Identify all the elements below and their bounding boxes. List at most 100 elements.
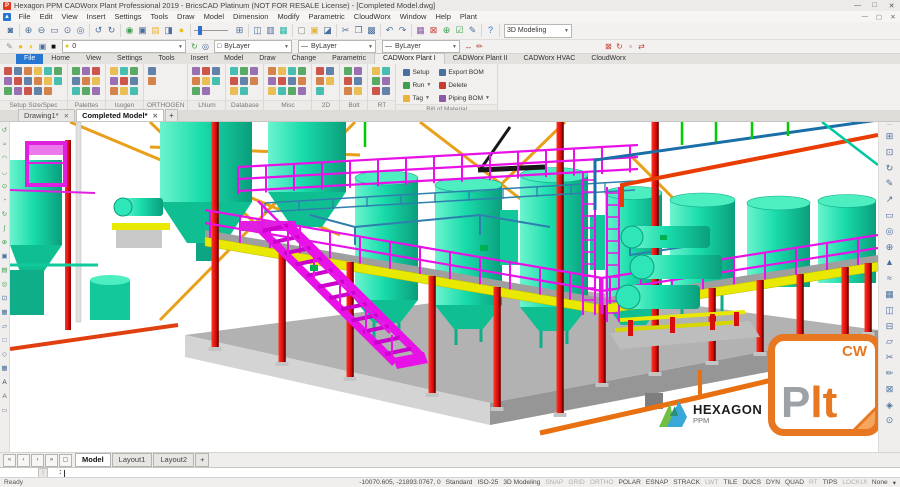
setup-size-spec-tool-icon[interactable] <box>34 77 42 85</box>
copy-icon[interactable]: ⊡ <box>886 145 894 161</box>
setup-size-spec-tool-icon[interactable] <box>44 87 52 95</box>
rt-tool-icon[interactable] <box>382 87 390 95</box>
isogen-tool-icon[interactable] <box>120 77 128 85</box>
draw-tool-icon-0[interactable]: ↺ <box>2 124 7 138</box>
document-tab-completed-model[interactable]: Completed Model*✕ <box>76 109 164 121</box>
menu-window[interactable]: Window <box>395 12 431 21</box>
misc-tool-icon[interactable] <box>298 77 306 85</box>
status-esnap[interactable]: ESNAP <box>646 479 668 487</box>
palettes-tool-icon[interactable] <box>92 67 100 75</box>
setup-size-spec-tool-icon[interactable] <box>34 67 42 75</box>
move-icon[interactable]: ⊞ <box>886 129 894 145</box>
close-button[interactable]: ✕ <box>883 2 900 10</box>
layout-tab-layout1[interactable]: Layout1 <box>112 453 153 467</box>
isogen-tool-icon[interactable] <box>130 67 138 75</box>
draw-tool-icon-2[interactable]: ◠ <box>2 152 8 166</box>
setup-size-spec-tool-icon[interactable] <box>4 67 12 75</box>
menu-insert[interactable]: Insert <box>82 12 110 21</box>
status-quad[interactable]: QUAD <box>785 479 804 487</box>
toolbar-grip[interactable]: ┄┄ <box>886 122 892 129</box>
database-tool-icon[interactable] <box>230 67 238 75</box>
zoom-window-icon[interactable]: ▭ <box>48 24 61 37</box>
misc-tool-icon[interactable] <box>288 77 296 85</box>
region-icon[interactable]: ▱ <box>886 334 893 350</box>
misc-tool-icon[interactable] <box>268 77 276 85</box>
bom-piping-bom-button[interactable]: Piping BOM▼ <box>436 92 493 104</box>
isogen-tool-icon[interactable] <box>120 67 128 75</box>
palettes-tool-icon[interactable] <box>72 87 80 95</box>
open-drawing-icon[interactable]: ▣ <box>308 24 321 37</box>
gem-icon[interactable]: ◈ <box>886 398 893 414</box>
redo-icon[interactable]: ↷ <box>396 24 409 37</box>
zoom-out-icon[interactable]: ⊖ <box>35 24 48 37</box>
misc-tool-icon[interactable] <box>278 77 286 85</box>
new-drawing-icon[interactable]: ▢ <box>295 24 308 37</box>
zoom-in-icon[interactable]: ⊕ <box>22 24 35 37</box>
setup-size-spec-tool-icon[interactable] <box>14 77 22 85</box>
isogen-tool-icon[interactable] <box>110 77 118 85</box>
close-tab-icon[interactable]: ✕ <box>64 112 69 120</box>
subtract-icon[interactable]: ⊟ <box>886 319 894 335</box>
setup-size-spec-tool-icon[interactable] <box>44 67 52 75</box>
rotate-icon[interactable]: ↻ <box>886 161 894 177</box>
isogen-tool-icon[interactable] <box>120 87 128 95</box>
color-swatch[interactable]: ■ <box>48 41 59 52</box>
ribbon-tab-draw[interactable]: Draw <box>251 54 283 64</box>
orthogen-tool-icon[interactable] <box>148 67 156 75</box>
menu-edit[interactable]: Edit <box>35 12 57 21</box>
box-icon[interactable]: ▫ <box>625 41 636 52</box>
new-document-tab-button[interactable]: + <box>165 109 178 121</box>
lnum-tool-icon[interactable] <box>192 77 200 85</box>
circle-icon[interactable]: ◎ <box>886 224 894 240</box>
match-properties-icon[interactable]: ↔ <box>463 41 474 52</box>
erase-icon[interactable]: ⊠ <box>427 24 440 37</box>
menu-modify[interactable]: Modify <box>273 12 304 21</box>
workspace-combo[interactable]: 3D Modeling ▼ <box>504 24 572 38</box>
status-[interactable]: ▾ <box>893 479 896 487</box>
rt-tool-icon[interactable] <box>372 77 380 85</box>
setup-size-spec-tool-icon[interactable] <box>24 67 32 75</box>
menu-parametric[interactable]: Parametric <box>304 12 349 21</box>
maximize-button[interactable]: □ <box>866 2 883 10</box>
menu-plant[interactable]: Plant <box>455 12 481 21</box>
database-tool-icon[interactable] <box>230 77 238 85</box>
status-lockui[interactable]: LOCKUI <box>842 479 867 487</box>
ribbon-tab-model[interactable]: Model <box>216 54 251 64</box>
bolt-tool-icon[interactable] <box>354 87 362 95</box>
bom-setup-button[interactable]: Setup <box>400 66 434 78</box>
named-view-icon[interactable]: ▥ <box>264 24 277 37</box>
layout-list-button[interactable]: ▢ <box>59 454 72 467</box>
rt-tool-icon[interactable] <box>372 87 380 95</box>
draw-tool-icon-18[interactable]: A <box>2 376 6 390</box>
setup-size-spec-tool-icon[interactable] <box>24 87 32 95</box>
draw-tool-icon-16[interactable]: ◇ <box>2 348 7 362</box>
draw-tool-icon-17[interactable]: ▦ <box>1 362 7 376</box>
viewport-icon[interactable]: ◫ <box>251 24 264 37</box>
draw-tool-icon-10[interactable]: ▤ <box>1 264 7 278</box>
setup-size-spec-tool-icon[interactable] <box>44 77 52 85</box>
misc-tool-icon[interactable] <box>288 67 296 75</box>
render-icon[interactable]: ▣ <box>136 24 149 37</box>
paste-icon[interactable]: ▩ <box>365 24 378 37</box>
layout-tab-model[interactable]: Model <box>75 453 111 467</box>
isogen-tool-icon[interactable] <box>110 87 118 95</box>
ribbon-tab-change[interactable]: Change <box>284 54 325 64</box>
mdi-close-button[interactable]: ✕ <box>886 13 900 21</box>
draw-tool-icon-11[interactable]: ◎ <box>2 278 8 292</box>
misc-tool-icon[interactable] <box>268 67 276 75</box>
ribbon-tab-settings[interactable]: Settings <box>109 54 150 64</box>
palettes-tool-icon[interactable] <box>82 67 90 75</box>
draw-tool-icon-9[interactable]: ▣ <box>1 250 7 264</box>
2d-tool-icon[interactable] <box>326 77 334 85</box>
shade-icon[interactable]: ◨ <box>162 24 175 37</box>
lnum-tool-icon[interactable] <box>202 77 210 85</box>
edit-icon[interactable]: ✎ <box>466 24 479 37</box>
database-tool-icon[interactable] <box>230 87 238 95</box>
interference-icon[interactable]: ⊠ <box>603 41 614 52</box>
status-rt[interactable]: RT <box>809 479 818 487</box>
standards-icon[interactable]: ☑ <box>453 24 466 37</box>
rt-tool-icon[interactable] <box>382 77 390 85</box>
database-tool-icon[interactable] <box>240 77 248 85</box>
database-tool-icon[interactable] <box>250 77 258 85</box>
menu-file[interactable]: File <box>14 12 35 21</box>
